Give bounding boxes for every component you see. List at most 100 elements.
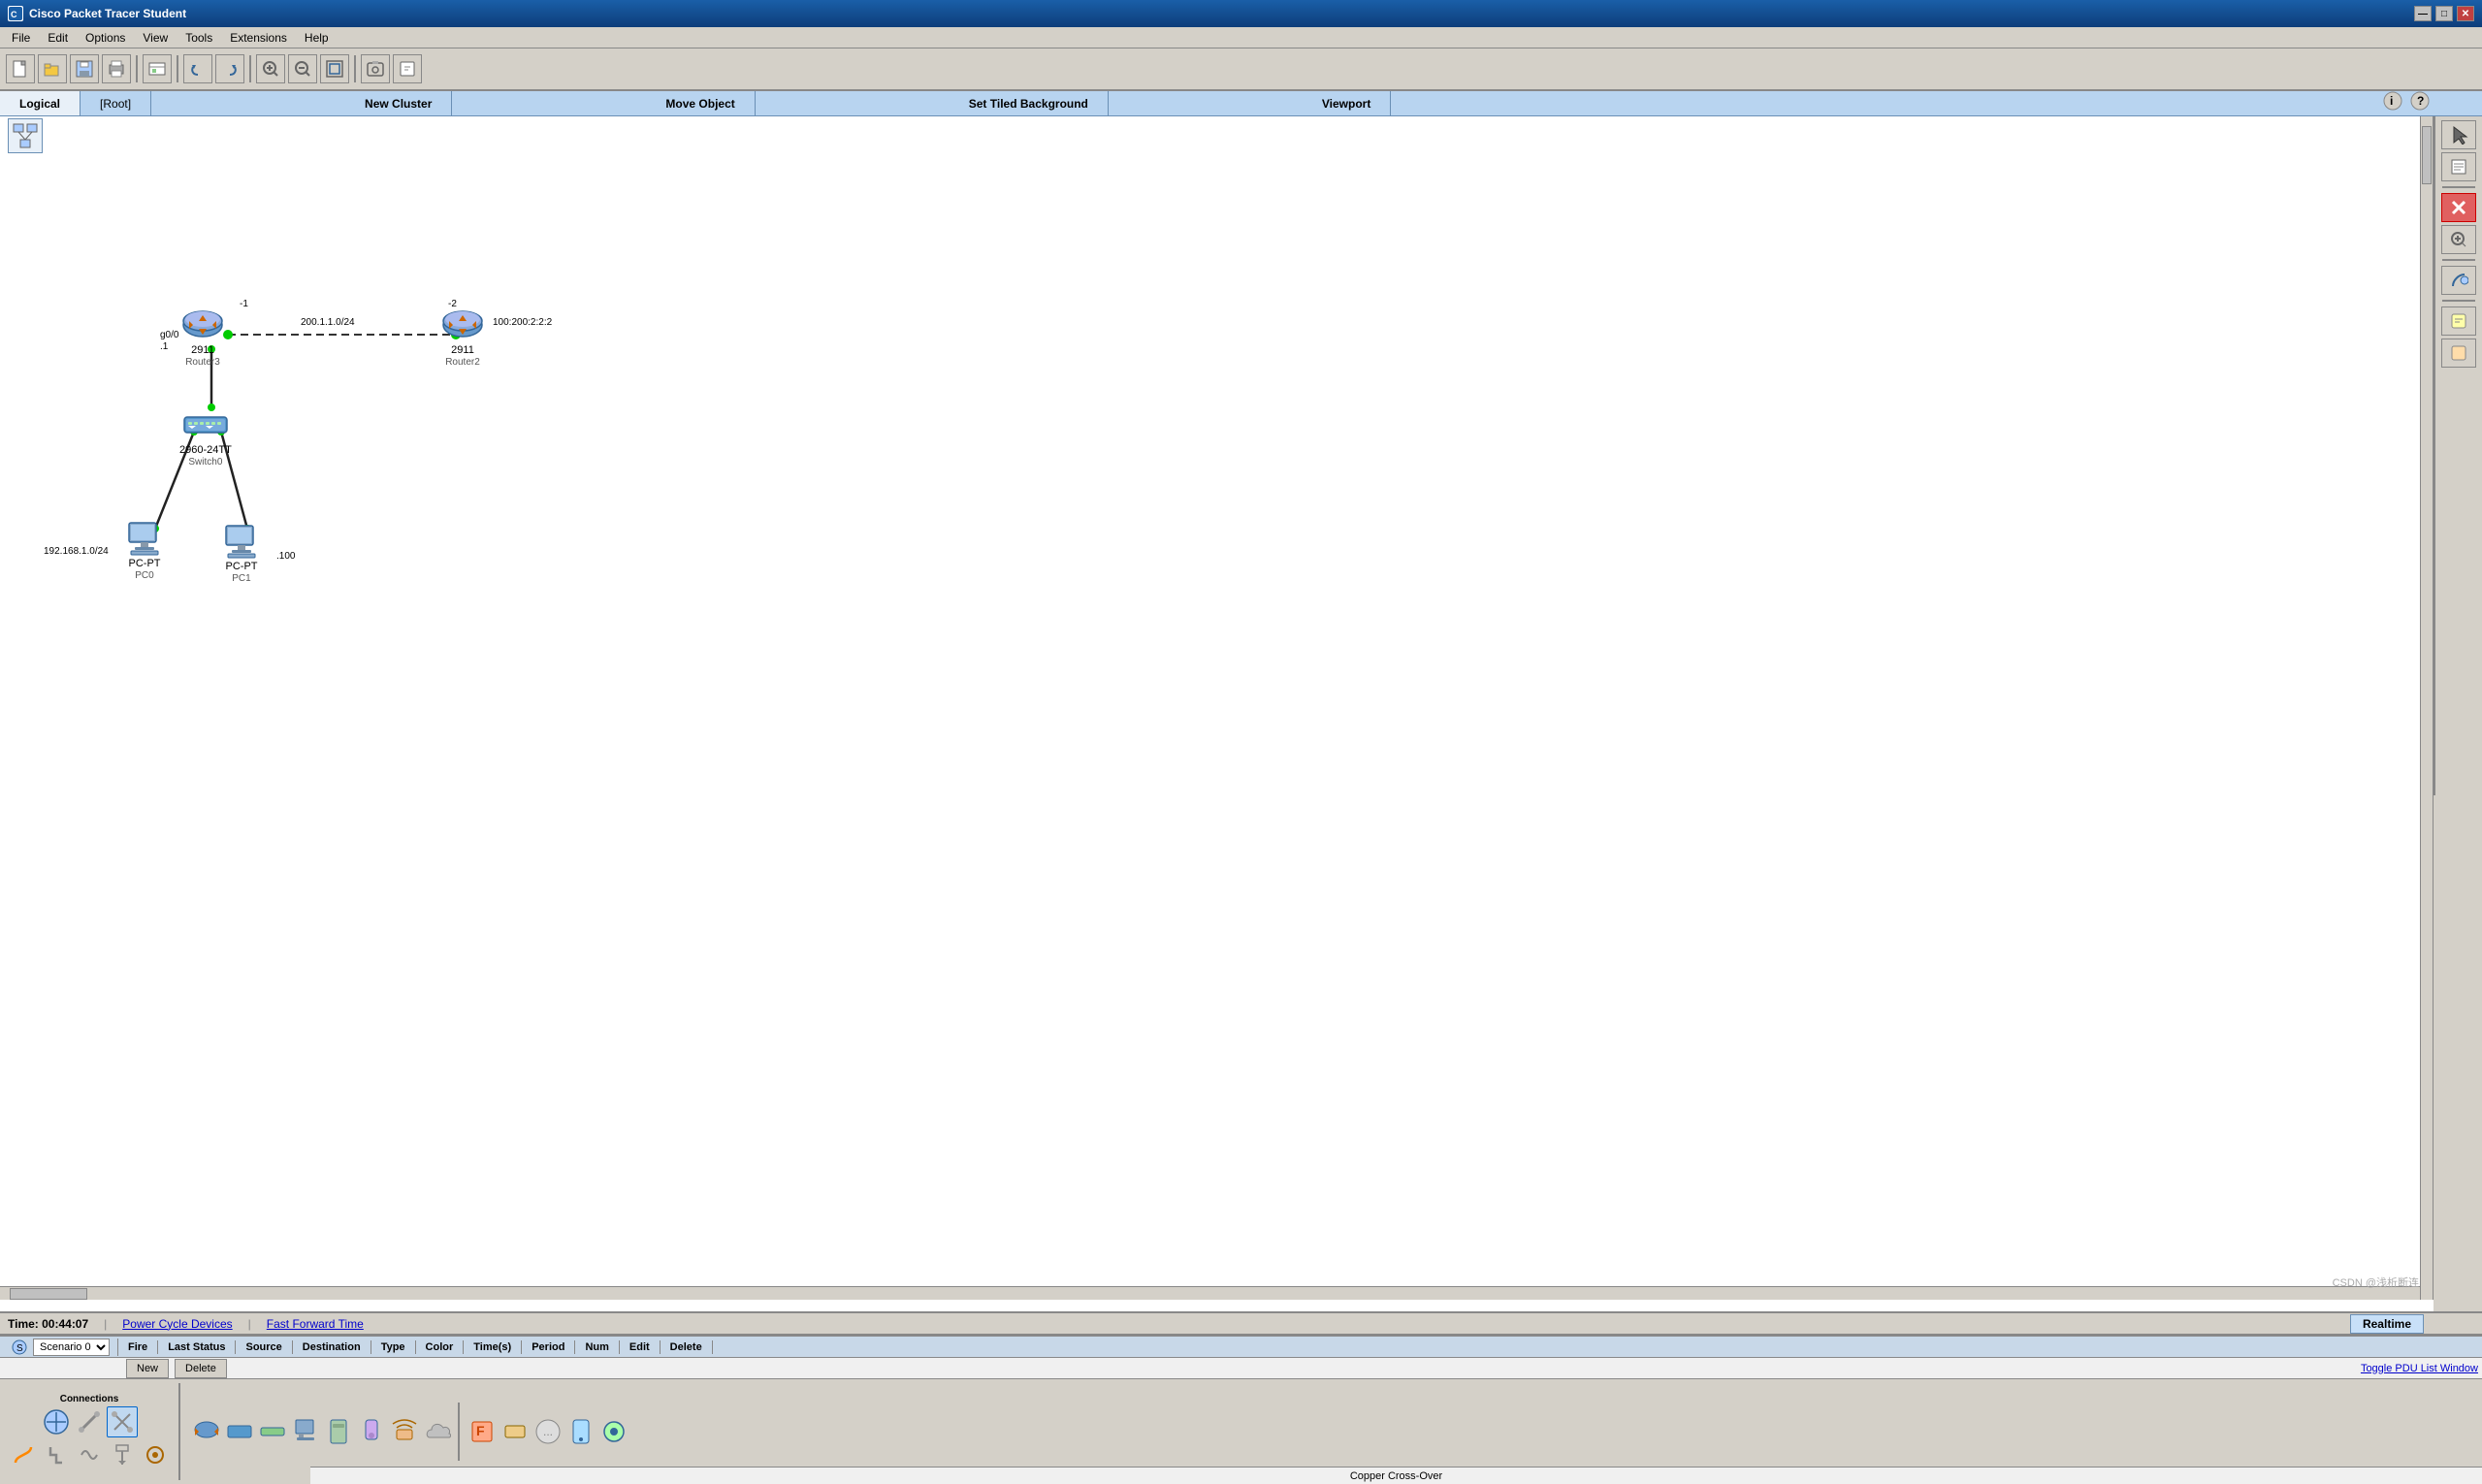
minimize-button[interactable]: — (2414, 6, 2432, 21)
fast-forward-button[interactable]: Fast Forward Time (267, 1317, 364, 1331)
undo-button[interactable] (183, 54, 212, 83)
inspect-button[interactable] (393, 54, 422, 83)
vscroll-thumb[interactable] (2422, 126, 2432, 184)
pc1-node[interactable]: PC-PT PC1 (218, 522, 265, 584)
bottom-area: S Scenario 0 Fire Last Status Source Des… (0, 1335, 2482, 1484)
device-phone-icon[interactable] (355, 1416, 386, 1447)
help-button[interactable]: ? (2408, 89, 2432, 113)
router2-node[interactable]: 2911 Router2 (439, 306, 486, 368)
device-switch-icon[interactable] (223, 1416, 254, 1447)
device-wireless-icon[interactable] (388, 1416, 419, 1447)
logical-view-icon[interactable] (8, 118, 43, 153)
right-sidebar (2434, 116, 2482, 795)
connection-all-button[interactable] (41, 1406, 72, 1437)
toolbar-sep3 (249, 55, 251, 82)
place-note-button[interactable] (2441, 152, 2476, 181)
switch0-icon[interactable] (182, 405, 229, 444)
device-iot-icon[interactable] (597, 1416, 629, 1447)
router3-icon[interactable] (179, 306, 226, 344)
zoom-fit-button[interactable] (320, 54, 349, 83)
workspace[interactable]: 200.1.1.0/24 -1 -2 g0/0 .1 100:200:2:2:2… (0, 116, 2434, 1356)
pc0-node[interactable]: PC-PT PC0 (121, 519, 168, 581)
connection-cable-button[interactable] (74, 1406, 105, 1437)
router3-node[interactable]: 2911 Router3 (179, 306, 226, 368)
toggle-pdu-button[interactable]: Toggle PDU List Window (2361, 1363, 2478, 1374)
zoom-in-button[interactable] (256, 54, 285, 83)
realtime-button[interactable]: Realtime (2350, 1314, 2424, 1334)
switch0-node[interactable]: 2960-24TT Switch0 (179, 405, 232, 468)
pc1-icon[interactable] (218, 522, 265, 561)
viewport-button[interactable]: Viewport (1303, 91, 1391, 115)
redo-button[interactable] (215, 54, 244, 83)
set-tiled-background-button[interactable]: Set Tiled Background (950, 91, 1109, 115)
router2-icon[interactable] (439, 306, 486, 344)
menu-view[interactable]: View (135, 29, 176, 47)
pdu-col-fire: Fire (118, 1340, 158, 1354)
pdu-col-delete: Delete (661, 1340, 713, 1354)
close-button[interactable]: ✕ (2457, 6, 2474, 21)
device-pc-icon[interactable] (289, 1416, 320, 1447)
print-button[interactable] (102, 54, 131, 83)
activity-wizard-button[interactable] (143, 54, 172, 83)
scenario-select[interactable]: Scenario 0 (33, 1339, 110, 1356)
zoom-in-rs-button[interactable] (2441, 225, 2476, 254)
pdu-col-num: Num (575, 1340, 619, 1354)
horizontal-scrollbar[interactable] (0, 1286, 2420, 1300)
svg-text:F: F (476, 1423, 485, 1438)
open-button[interactable] (38, 54, 67, 83)
delete-button[interactable] (2441, 193, 2476, 222)
hscroll-thumb[interactable] (10, 1288, 87, 1300)
save-button[interactable] (70, 54, 99, 83)
connection-crossover-button[interactable] (107, 1406, 138, 1437)
connection-coax-button[interactable] (140, 1439, 171, 1470)
device-server-icon[interactable] (322, 1416, 353, 1447)
pdu-col-edit: Edit (620, 1340, 661, 1354)
info-button[interactable]: i (2381, 89, 2404, 113)
svg-text:...: ... (543, 1425, 553, 1438)
router3-num: -1 (240, 299, 248, 309)
connection-fiber-button[interactable] (8, 1439, 39, 1470)
new-button[interactable] (6, 54, 35, 83)
pdu-col-source: Source (236, 1340, 292, 1354)
connections-layer (0, 116, 2434, 1356)
menu-help[interactable]: Help (297, 29, 337, 47)
pdu-col-color: Color (416, 1340, 465, 1354)
device-modem-icon[interactable] (499, 1416, 530, 1447)
device-misc-icon[interactable]: ... (532, 1416, 563, 1447)
device-tablet-icon[interactable] (564, 1416, 596, 1447)
svg-text:?: ? (2417, 94, 2424, 108)
svg-text:C: C (11, 10, 17, 19)
device-hub-icon[interactable] (256, 1416, 287, 1447)
select-tool-button[interactable] (2441, 120, 2476, 149)
menu-options[interactable]: Options (78, 29, 133, 47)
device-firewall-icon[interactable]: F (466, 1416, 497, 1447)
maximize-button[interactable]: □ (2435, 6, 2453, 21)
toolbar-sep4 (354, 55, 356, 82)
custom-tool-button[interactable] (2441, 266, 2476, 295)
device-cloud-icon[interactable] (421, 1416, 452, 1447)
vertical-scrollbar[interactable] (2420, 116, 2434, 1300)
connection-usb-button[interactable] (107, 1439, 138, 1470)
menu-tools[interactable]: Tools (177, 29, 220, 47)
connection-serial-button[interactable] (74, 1439, 105, 1470)
device-router-icon[interactable] (190, 1416, 221, 1447)
logical-button[interactable]: Logical (0, 91, 81, 115)
power-cycle-button[interactable]: Power Cycle Devices (122, 1317, 232, 1331)
pc0-icon[interactable] (121, 519, 168, 558)
connection-phone-button[interactable] (41, 1439, 72, 1470)
app-title: Cisco Packet Tracer Student (29, 7, 186, 20)
screenshot-button[interactable] (361, 54, 390, 83)
move-object-button[interactable]: Move Object (646, 91, 755, 115)
packet-button[interactable] (2441, 306, 2476, 336)
new-cluster-button[interactable]: New Cluster (345, 91, 452, 115)
menu-edit[interactable]: Edit (40, 29, 76, 47)
menu-file[interactable]: File (4, 29, 38, 47)
connections-section-label: Connections (60, 1394, 119, 1404)
delete-pdu-button[interactable]: Delete (175, 1359, 227, 1378)
fire-button[interactable] (2441, 339, 2476, 368)
app-icon: C (8, 6, 23, 21)
new-pdu-button[interactable]: New (126, 1359, 169, 1378)
zoom-out-button[interactable] (288, 54, 317, 83)
switch0-sublabel: Switch0 (188, 457, 222, 468)
menu-extensions[interactable]: Extensions (222, 29, 295, 47)
